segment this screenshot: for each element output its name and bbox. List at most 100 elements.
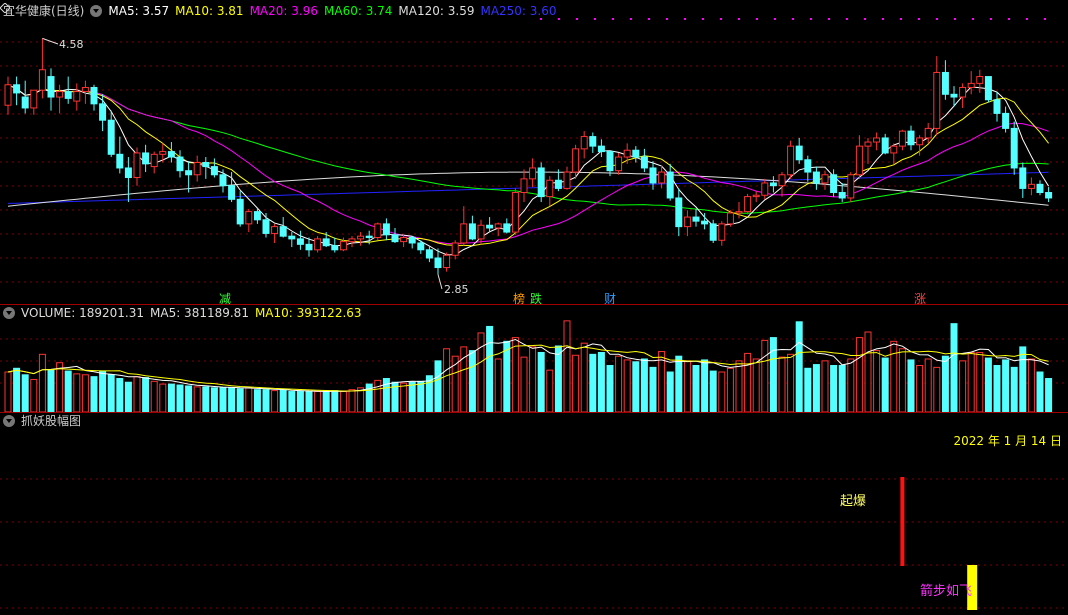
indicator-title: 抓妖股幅图: [21, 414, 82, 428]
header-dot: [1008, 18, 1010, 20]
candle-up: [683, 216, 691, 228]
candle-down: [391, 234, 399, 243]
volume-header: VOLUME: 189201.31 MA5: 381189.81 MA10: 393…: [3, 305, 368, 321]
candle-down: [993, 99, 1001, 114]
candle-down: [288, 235, 296, 240]
volume-bar-down: [167, 383, 175, 412]
volume-pane[interactable]: VOLUME: 189201.31 MA5: 381189.81 MA10: 393…: [0, 305, 1068, 412]
volume-bar-up: [924, 358, 932, 412]
candle-up: [890, 145, 898, 154]
volume-bar-down: [107, 374, 115, 412]
volume-bar-up: [916, 365, 924, 412]
header-dot: [918, 18, 920, 20]
candle-down: [606, 151, 614, 172]
header-dot: [756, 18, 758, 20]
candle-up: [735, 211, 743, 214]
collapse-toggle-icon[interactable]: [90, 5, 103, 17]
volume-bar-down: [21, 374, 29, 412]
candle-down: [365, 235, 373, 239]
price-chart[interactable]: [0, 0, 1068, 305]
candle-up: [348, 238, 356, 243]
candle-down: [701, 220, 709, 225]
volume-bar-down: [99, 370, 107, 412]
indicator-chart[interactable]: [0, 412, 1068, 615]
collapse-toggle-icon[interactable]: [3, 415, 15, 427]
candle-down: [632, 149, 640, 158]
volume-bar-down: [417, 380, 425, 412]
candle-down: [417, 242, 425, 251]
candle-up: [821, 174, 829, 184]
candle-down: [107, 119, 115, 155]
candle-up: [563, 171, 571, 189]
volume-bar-down: [408, 381, 416, 412]
price-chart-header: 宜华健康(日线) MA5: 3.57 MA10: 3.81 MA20: 3.96 MA6…: [3, 3, 563, 19]
candle-down: [21, 96, 29, 109]
volume-bar-down: [1045, 378, 1053, 412]
volume-bar-down: [1002, 359, 1010, 412]
volume-bar-up: [976, 351, 984, 412]
candle-down: [142, 152, 150, 165]
volume-bar-down: [124, 381, 132, 412]
volume-bar-down: [279, 389, 287, 412]
candle-up: [615, 156, 623, 172]
volume-bar-down: [434, 360, 442, 412]
candle-down: [236, 198, 244, 225]
volume-bar-up: [761, 339, 769, 412]
candle-down: [597, 145, 605, 153]
candle-down: [408, 237, 416, 244]
volume-bar-down: [236, 388, 244, 412]
volume-bar-up: [357, 387, 365, 412]
volume-bar-down: [288, 391, 296, 412]
candle-down: [331, 245, 339, 251]
volume-bar-up: [718, 371, 726, 412]
volume-bar-down: [1010, 366, 1018, 412]
ma5-label: MA5: 3.57: [108, 4, 170, 18]
candle-down: [210, 166, 218, 176]
signal-label-explode: 起爆: [840, 494, 867, 509]
ma10-label: MA10: 3.81: [175, 4, 244, 18]
candle-up: [460, 223, 468, 244]
volume-bar-down: [597, 351, 605, 412]
candle-down: [1036, 183, 1044, 194]
candle-down: [253, 211, 261, 221]
volume-bar-down: [675, 355, 683, 412]
volume-bar-up: [735, 360, 743, 412]
candle-down: [305, 243, 313, 251]
candle-down: [468, 223, 476, 240]
candle-down: [537, 167, 545, 198]
volume-bar-up: [38, 353, 46, 412]
volume-bar-up: [1027, 358, 1035, 412]
indicator-pane[interactable]: 抓妖股幅图 2022 年 1 月 14 日 起爆 箭步如飞: [0, 412, 1068, 615]
price-chart-pane[interactable]: 宜华健康(日线) MA5: 3.57 MA10: 3.81 MA20: 3.96 MA6…: [0, 0, 1068, 306]
ma20-label: MA20: 3.96: [249, 4, 318, 18]
volume-bar-up: [546, 369, 554, 412]
candle-down: [228, 185, 236, 200]
volume-bar-up: [520, 356, 528, 412]
volume-bar-up: [193, 386, 201, 412]
candle-down: [769, 182, 777, 187]
collapse-toggle-icon[interactable]: [3, 307, 15, 319]
volume-bar-down: [606, 365, 614, 412]
candle-down: [554, 179, 562, 189]
volume-bar-down: [838, 365, 846, 412]
candle-down: [1019, 167, 1027, 189]
header-dot: [972, 18, 974, 20]
candle-up: [374, 223, 382, 239]
candle-down: [640, 156, 648, 169]
candle-up: [271, 226, 279, 234]
candle-down: [382, 223, 390, 236]
candle-up: [30, 89, 38, 109]
candle-down: [950, 93, 958, 98]
candle-down: [116, 153, 124, 169]
volume-bar-up: [245, 387, 253, 412]
volume-chart[interactable]: [0, 305, 1068, 412]
candle-down: [709, 223, 717, 241]
candle-down: [167, 151, 175, 158]
candle-down: [47, 76, 55, 98]
candle-up: [761, 182, 769, 196]
candle-down: [434, 257, 442, 269]
volume-bar-down: [331, 390, 339, 412]
volume-bar-down: [228, 387, 236, 412]
volume-bar-down: [296, 391, 304, 412]
header-dot: [900, 18, 902, 20]
